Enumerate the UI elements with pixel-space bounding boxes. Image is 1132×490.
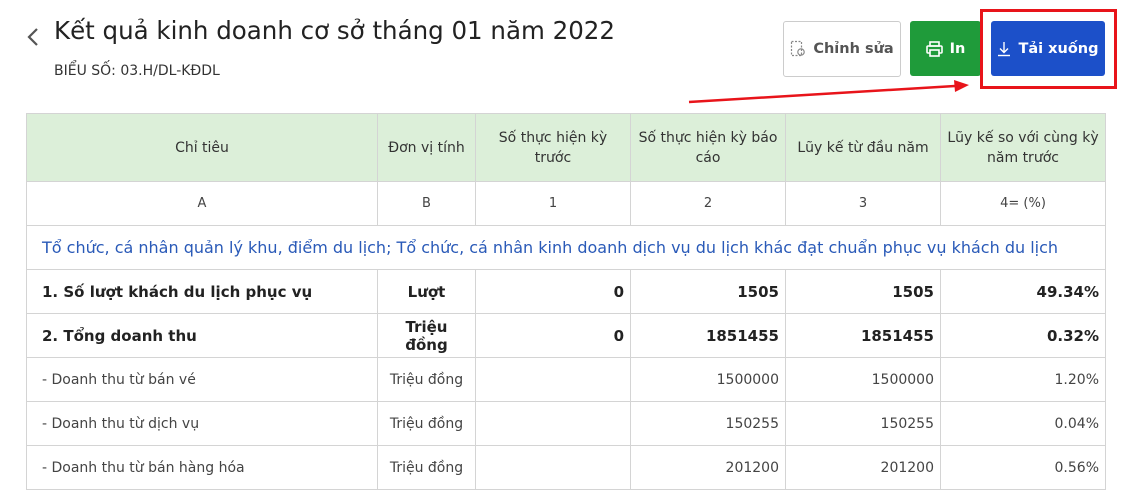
row-ytd: 1851455 <box>785 313 941 358</box>
column-header: Số thực hiện kỳ trước <box>475 113 631 182</box>
group-row: Tổ chức, cá nhân quản lý khu, điểm du lị… <box>26 225 1106 270</box>
row-current: 1505 <box>630 269 786 314</box>
row-prev <box>475 445 631 490</box>
index-cell: 3 <box>785 181 941 226</box>
row-current: 150255 <box>630 401 786 446</box>
group-label: Tổ chức, cá nhân quản lý khu, điểm du lị… <box>26 225 1106 270</box>
index-cell: 4= (%) <box>940 181 1106 226</box>
row-current: 1500000 <box>630 357 786 402</box>
column-header: Đơn vị tính <box>377 113 476 182</box>
row-pct: 0.56% <box>940 445 1106 490</box>
column-index-row: A B 1 2 3 4= (%) <box>26 181 1106 226</box>
row-prev <box>475 401 631 446</box>
row-unit: Triệu đồng <box>377 445 476 490</box>
row-current: 1851455 <box>630 313 786 358</box>
row-unit: Triệu đồng <box>377 401 476 446</box>
row-name: - Doanh thu từ dịch vụ <box>26 401 378 446</box>
back-button[interactable] <box>24 24 44 50</box>
row-ytd: 1505 <box>785 269 941 314</box>
row-current: 201200 <box>630 445 786 490</box>
column-header: Chỉ tiêu <box>26 113 378 182</box>
printer-icon <box>925 40 943 57</box>
table-header-row: Chỉ tiêu Đơn vị tính Số thực hiện kỳ trư… <box>26 113 1106 182</box>
row-unit: Triệu đồng <box>377 313 476 358</box>
row-pct: 0.04% <box>940 401 1106 446</box>
row-ytd: 150255 <box>785 401 941 446</box>
highlight-box <box>980 9 1117 89</box>
table-row: 1. Số lượt khách du lịch phục vụ Lượt 0 … <box>26 269 1106 314</box>
column-header: Số thực hiện kỳ báo cáo <box>630 113 786 182</box>
row-name: - Doanh thu từ bán vé <box>26 357 378 402</box>
row-name: - Doanh thu từ bán hàng hóa <box>26 445 378 490</box>
table-row: - Doanh thu từ bán vé Triệu đồng 1500000… <box>26 357 1106 402</box>
row-name: 2. Tổng doanh thu <box>26 313 378 358</box>
column-header: Lũy kế so với cùng kỳ năm trước <box>940 113 1106 182</box>
index-cell: B <box>377 181 476 226</box>
edit-button[interactable]: Chỉnh sửa <box>783 21 901 77</box>
column-header: Lũy kế từ đầu năm <box>785 113 941 182</box>
table-row: 2. Tổng doanh thu Triệu đồng 0 1851455 1… <box>26 313 1106 358</box>
row-ytd: 1500000 <box>785 357 941 402</box>
index-cell: 1 <box>475 181 631 226</box>
index-cell: A <box>26 181 378 226</box>
row-prev: 0 <box>475 269 631 314</box>
row-pct: 0.32% <box>940 313 1106 358</box>
edit-button-label: Chỉnh sửa <box>813 41 894 57</box>
row-pct: 1.20% <box>940 357 1106 402</box>
chevron-left-icon <box>27 28 38 46</box>
row-pct: 49.34% <box>940 269 1106 314</box>
row-unit: Triệu đồng <box>377 357 476 402</box>
table-row: - Doanh thu từ dịch vụ Triệu đồng 150255… <box>26 401 1106 446</box>
print-button[interactable]: In <box>910 21 981 76</box>
form-code: BIỂU SỐ: 03.H/DL-KĐDL <box>54 63 220 79</box>
row-prev: 0 <box>475 313 631 358</box>
report-table: Chỉ tiêu Đơn vị tính Số thực hiện kỳ trư… <box>26 113 1106 490</box>
page-title: Kết quả kinh doanh cơ sở tháng 01 năm 20… <box>54 16 615 45</box>
edit-document-icon <box>791 40 806 57</box>
row-ytd: 201200 <box>785 445 941 490</box>
print-button-label: In <box>949 40 966 57</box>
row-name: 1. Số lượt khách du lịch phục vụ <box>26 269 378 314</box>
table-row: - Doanh thu từ bán hàng hóa Triệu đồng 2… <box>26 445 1106 490</box>
row-unit: Lượt <box>377 269 476 314</box>
index-cell: 2 <box>630 181 786 226</box>
row-prev <box>475 357 631 402</box>
